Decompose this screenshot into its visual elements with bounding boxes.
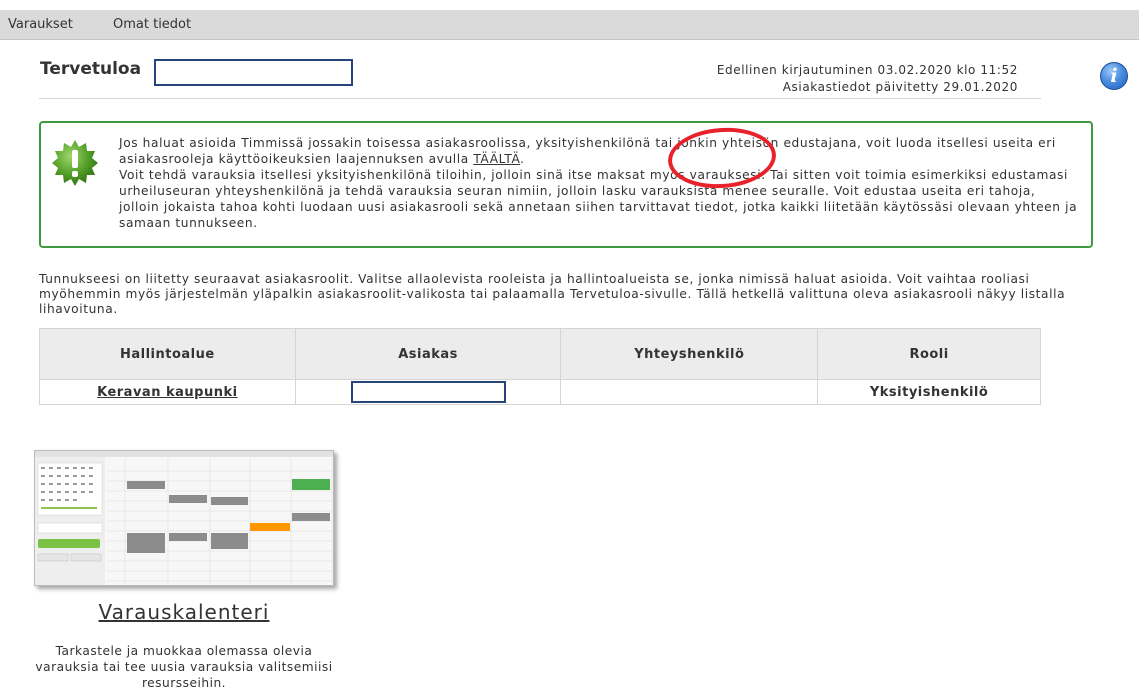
col-header-asiakas: Asiakas [294, 328, 562, 380]
top-nav-bar: Varaukset Omat tiedot [0, 10, 1139, 40]
varauskalenteri-description: Tarkastele ja muokkaa olemassa olevia va… [35, 644, 333, 690]
last-login-text: Edellinen kirjautuminen 03.02.2020 klo 1… [716, 63, 1018, 77]
varauskalenteri-link[interactable]: Varauskalenteri [34, 600, 334, 624]
col-header-rooli: Rooli [817, 328, 1041, 380]
notice-line1-end: . [520, 152, 525, 166]
cell-asiakas [294, 379, 562, 405]
notice-line1: Jos haluat asioida Timmissä jossakin toi… [119, 136, 1056, 166]
calendar-preview-image [35, 451, 333, 585]
welcome-title: Tervetuloa [40, 59, 142, 79]
customer-redacted-box [350, 381, 506, 403]
nav-item-omat-tiedot[interactable]: Omat tiedot [113, 10, 191, 40]
notice-text: Jos haluat asioida Timmissä jossakin toi… [119, 135, 1079, 231]
header-divider [39, 98, 1041, 99]
info-icon[interactable]: i [1100, 62, 1128, 90]
notice-box: Jos haluat asioida Timmissä jossakin toi… [39, 121, 1093, 248]
table-row[interactable]: Keravan kaupunki Yksityishenkilö [39, 379, 1041, 405]
customer-roles-table: Hallintoalue Asiakas Yhteyshenkilö Rooli… [39, 328, 1041, 405]
cell-rooli: Yksityishenkilö [817, 379, 1041, 405]
taalta-link[interactable]: TÄÄLTÄ [473, 152, 520, 166]
col-header-yhteyshenkilo: Yhteyshenkilö [560, 328, 819, 380]
username-redacted-box [154, 59, 353, 86]
nav-item-varaukset[interactable]: Varaukset [8, 10, 73, 40]
cell-yhteyshenkilo [560, 379, 819, 405]
exclamation-badge-icon [52, 140, 98, 186]
customer-data-updated-text: Asiakastiedot päivitetty 29.01.2020 [782, 80, 1018, 94]
table-header-row: Hallintoalue Asiakas Yhteyshenkilö Rooli [39, 328, 1041, 380]
cell-hallintoalue: Keravan kaupunki [39, 379, 296, 405]
roles-intro-text: Tunnukseesi on liitetty seuraavat asiaka… [39, 272, 1066, 316]
col-header-hallintoalue: Hallintoalue [39, 328, 296, 380]
notice-line2: Voit tehdä varauksia itsellesi yksityish… [119, 168, 1078, 230]
calendar-thumbnail[interactable] [34, 450, 334, 586]
login-info: Edellinen kirjautuminen 03.02.2020 klo 1… [717, 62, 1018, 96]
area-link[interactable]: Keravan kaupunki [97, 385, 237, 400]
